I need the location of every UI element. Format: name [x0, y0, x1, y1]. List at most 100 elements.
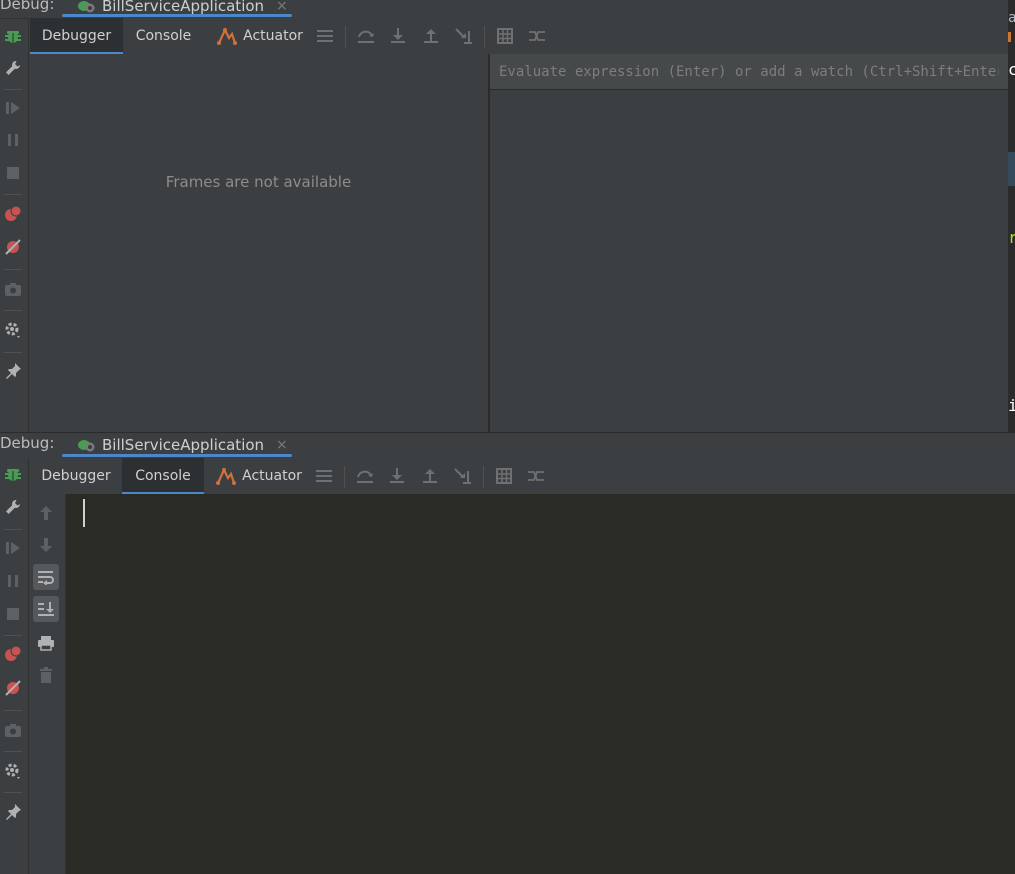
run-config-name: BillServiceApplication — [102, 0, 265, 15]
frames-empty-message: Frames are not available — [165, 173, 352, 191]
settings-icon[interactable] — [2, 760, 24, 782]
text-cursor — [83, 499, 85, 527]
editor-caret-line — [1008, 152, 1015, 186]
editor-edge-glyph: i — [1008, 396, 1015, 415]
step-out-icon[interactable] — [419, 466, 441, 486]
evaluate-icon[interactable] — [493, 466, 515, 486]
actuator-icon — [217, 27, 238, 45]
camera-icon[interactable] — [2, 278, 24, 300]
run-config-name: BillServiceApplication — [102, 436, 265, 454]
close-tab-icon[interactable]: × — [276, 437, 288, 453]
tab-console[interactable]: Console — [123, 18, 204, 54]
run-to-cursor-icon[interactable] — [452, 466, 474, 486]
toolbar-separator — [4, 269, 22, 270]
pause-icon[interactable] — [2, 129, 24, 151]
tab-actuator[interactable]: Actuator — [210, 458, 308, 494]
step-over-icon[interactable] — [355, 26, 377, 46]
debug-label: Debug: — [0, 434, 55, 452]
toolbar-separator — [483, 466, 484, 488]
frames-pane: Frames are not available — [29, 54, 488, 432]
step-over-icon[interactable] — [354, 466, 376, 486]
tab-label: Console — [135, 28, 192, 44]
top-debug-header: Debug: BillServiceApplication × — [0, 0, 1008, 19]
toolbar-separator — [4, 751, 22, 752]
toolbar-separator — [4, 352, 22, 353]
tab-debugger[interactable]: Debugger — [30, 458, 122, 494]
menu-icon[interactable] — [314, 26, 336, 46]
tab-label: Actuator — [242, 468, 302, 484]
stop-icon[interactable] — [2, 603, 24, 625]
wrench-icon[interactable] — [2, 57, 24, 79]
camera-icon[interactable] — [2, 719, 24, 741]
pause-icon[interactable] — [2, 570, 24, 592]
top-debug-panel: Debug: BillServiceApplication × Debugger… — [0, 0, 1015, 432]
toolbar-separator — [4, 89, 22, 90]
bottom-left-toolbar — [0, 458, 29, 874]
toolbar-separator — [484, 26, 485, 48]
run-to-cursor-icon[interactable] — [453, 26, 475, 46]
menu-icon[interactable] — [313, 466, 335, 486]
wrench-icon[interactable] — [2, 496, 24, 518]
tab-label: Actuator — [243, 28, 303, 44]
tab-label: Debugger — [41, 468, 111, 484]
down-icon[interactable] — [33, 532, 59, 558]
step-into-icon[interactable] — [386, 466, 408, 486]
bug-icon[interactable] — [2, 25, 24, 47]
spring-run-icon — [78, 0, 96, 13]
toolbar-separator — [4, 194, 22, 195]
up-icon[interactable] — [33, 500, 59, 526]
tab-debugger[interactable]: Debugger — [30, 18, 123, 54]
mute-breakpoints-icon[interactable] — [2, 236, 24, 258]
editor-edge-strip: a c r i — [1008, 0, 1015, 432]
trace-icon[interactable] — [525, 466, 547, 486]
resume-icon[interactable] — [2, 97, 24, 119]
toolbar-separator — [4, 710, 22, 711]
editor-edge-glyph: c — [1008, 60, 1015, 79]
toolbar-separator — [4, 792, 22, 793]
console-side-toolbar — [29, 494, 66, 874]
bottom-debug-header: Debug: BillServiceApplication × — [0, 432, 1015, 459]
debug-label: Debug: — [0, 0, 55, 13]
stop-icon[interactable] — [2, 162, 24, 184]
tab-label: Console — [135, 468, 191, 484]
evaluate-expression-input[interactable] — [490, 54, 1008, 89]
bottom-debug-toolbar: Debugger Console Actuator — [29, 458, 1015, 495]
toolbar-separator — [4, 635, 22, 636]
console-output[interactable] — [66, 494, 1015, 874]
active-tab-underline — [62, 14, 292, 17]
top-debug-toolbar: Debugger Console Actuator — [29, 18, 1015, 55]
actuator-icon — [216, 467, 237, 485]
step-out-icon[interactable] — [420, 26, 442, 46]
editor-edge-glyph: a — [1008, 10, 1015, 26]
mute-breakpoints-icon[interactable] — [2, 677, 24, 699]
toolbar-separator — [4, 310, 22, 311]
top-left-toolbar — [0, 19, 29, 432]
pin-icon[interactable] — [2, 360, 24, 382]
toolbar-separator — [4, 529, 22, 530]
settings-icon[interactable] — [2, 319, 24, 341]
pin-icon[interactable] — [2, 801, 24, 823]
toolbar-separator — [344, 466, 345, 488]
tab-label: Debugger — [41, 28, 112, 44]
bug-icon[interactable] — [2, 463, 24, 485]
active-tab-underline — [62, 454, 292, 457]
editor-edge-glyph: r — [1008, 228, 1015, 247]
trash-icon[interactable] — [33, 662, 59, 688]
spring-run-icon — [78, 438, 96, 452]
view-breakpoints-icon[interactable] — [2, 203, 24, 225]
evaluate-bar — [490, 54, 1008, 90]
close-tab-icon[interactable]: × — [276, 0, 288, 14]
trace-icon[interactable] — [526, 26, 548, 46]
resume-icon[interactable] — [2, 537, 24, 559]
tab-actuator[interactable]: Actuator — [211, 18, 309, 54]
editor-edge-mark — [1008, 32, 1011, 42]
step-into-icon[interactable] — [387, 26, 409, 46]
print-icon[interactable] — [33, 630, 59, 656]
scroll-to-end-icon[interactable] — [33, 596, 59, 622]
toolbar-separator — [345, 26, 346, 48]
evaluate-icon[interactable] — [494, 26, 516, 46]
view-breakpoints-icon[interactable] — [2, 643, 24, 665]
soft-wrap-icon[interactable] — [33, 564, 59, 590]
tab-console[interactable]: Console — [122, 458, 204, 494]
variables-pane — [490, 54, 1008, 432]
